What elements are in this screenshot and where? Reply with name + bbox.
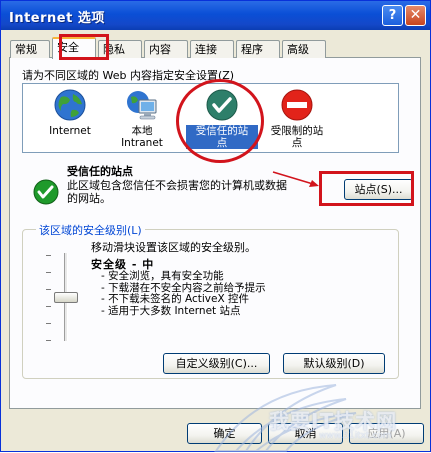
tab-programs[interactable]: 程序 (236, 40, 280, 58)
window-title: Internet 选项 (9, 11, 105, 26)
security-level-bullets: - 安全浏览，具有安全功能 - 下载潜在不安全内容之前给予提示 - 不下载未签名… (101, 270, 266, 317)
zone-label-restricted-sites: 受限制的站 点 (270, 125, 324, 149)
zone-internet[interactable]: Internet (35, 88, 105, 137)
watermark-text: 我要IT技术网 (269, 409, 398, 433)
list-item: - 适用于大多数 Internet 站点 (101, 304, 241, 317)
security-slider-thumb[interactable] (54, 292, 78, 303)
annotation-security-tab-highlight (59, 34, 109, 60)
trusted-check-icon (33, 179, 59, 205)
annotation-arrow-icon (272, 171, 319, 187)
slider-tick (46, 289, 51, 290)
globe-icon (54, 89, 86, 121)
zone-local-intranet[interactable]: 本地 Intranet (107, 88, 177, 149)
security-level-group-label: 该区域的安全级别(L) (36, 222, 145, 238)
close-button[interactable]: ✕ (405, 5, 426, 26)
slider-tick (46, 255, 51, 256)
tab-advanced[interactable]: 高级 (282, 40, 326, 58)
annotation-trusted-zone-circle (176, 79, 264, 163)
slider-tick (46, 323, 51, 324)
slider-tick (46, 306, 51, 307)
tab-content[interactable]: 内容 (144, 40, 188, 58)
help-button[interactable]: ? (382, 5, 403, 26)
slider-tick (46, 272, 51, 273)
no-entry-icon (281, 89, 313, 121)
list-item: - 安全浏览，具有安全功能 (101, 270, 224, 282)
slider-tick (46, 340, 51, 341)
watermark-url: www.51itxt.com (319, 431, 392, 441)
zone-label-internet: Internet (49, 125, 91, 137)
zone-prompt-label: 请为不同区域的 Web 内容指定安全设置(Z) (22, 69, 235, 82)
tab-connections[interactable]: 连接 (190, 40, 234, 58)
list-item: - 不下载未签名的 ActiveX 控件 (101, 293, 249, 305)
slider-help-text: 移动滑块设置该区域的安全级别。 (91, 241, 256, 254)
default-level-button[interactable]: 默认级别(D) (283, 353, 385, 374)
zone-description: 此区域包含您信任不会损害您的计算机或数据的网站。 (67, 179, 287, 205)
computer-globe-icon (127, 91, 157, 120)
zone-restricted-sites[interactable]: 受限制的站 点 (261, 88, 333, 149)
title-bar[interactable]: Internet 选项 ? ✕ (1, 1, 430, 30)
zone-heading: 受信任的站点 (67, 165, 133, 178)
internet-options-window: Internet 选项 ? ✕ 常规 安全 隐私 内容 连接 程序 高级 请为不… (0, 0, 431, 452)
zone-label-local-intranet: 本地 Intranet (121, 125, 163, 149)
annotation-sites-button-highlight (319, 171, 414, 206)
custom-level-button[interactable]: 自定义级别(C)... (163, 353, 270, 374)
tab-general[interactable]: 常规 (10, 40, 50, 58)
